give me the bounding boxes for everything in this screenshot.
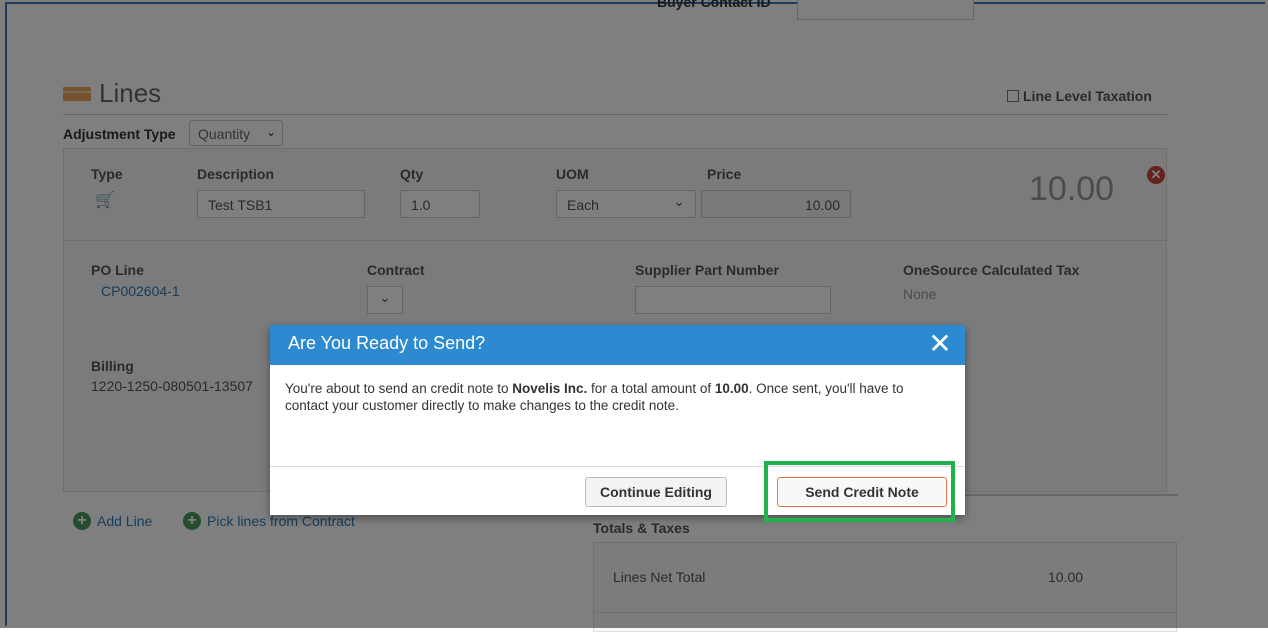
total-amount: 10.00 [714, 381, 749, 396]
customer-name: Novelis Inc. [512, 381, 588, 396]
dialog-title: Are You Ready to Send? [288, 333, 486, 353]
highlight-box [764, 461, 955, 522]
continue-editing-button[interactable]: Continue Editing [585, 477, 727, 507]
message-text: You're about to send an credit note to [285, 381, 513, 396]
dialog-message: You're about to send an credit note to N… [285, 380, 950, 414]
modal-backdrop [0, 0, 1268, 628]
close-icon[interactable]: ✕ [927, 329, 953, 359]
message-text: for a total amount of [587, 381, 715, 396]
dialog-header: Are You Ready to Send? ✕ [270, 325, 965, 365]
